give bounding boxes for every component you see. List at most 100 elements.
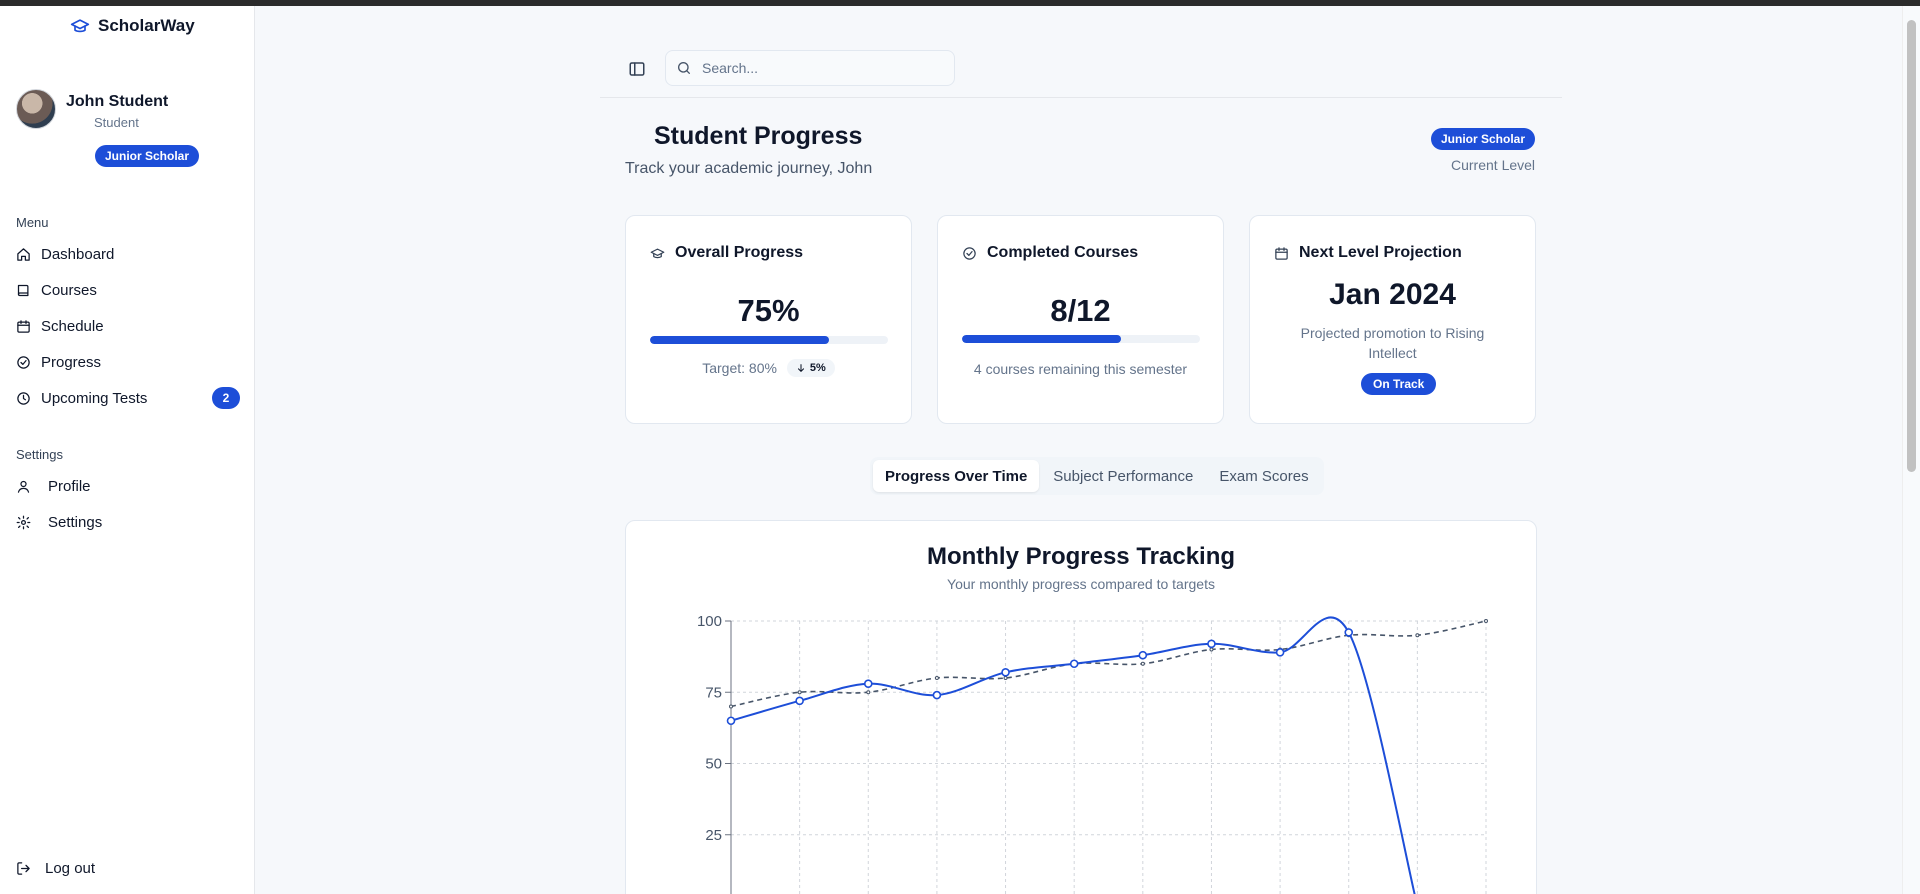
sidebar-item-profile[interactable]: Profile: [16, 468, 240, 504]
gear-icon: [16, 515, 31, 529]
trend-badge: 5%: [786, 359, 835, 377]
progress-point: [932, 690, 942, 700]
y-tick-label: 50: [705, 756, 722, 773]
sidebar-item-label: Settings: [48, 513, 103, 531]
home-icon: [17, 247, 30, 261]
scrollbar-thumb[interactable]: [1907, 20, 1916, 472]
target-point: [1209, 647, 1214, 652]
completed-courses-note: 4 courses remaining this semester: [973, 361, 1188, 377]
card-title: Overall Progress: [675, 244, 804, 261]
card-header: Next Level Projection: [1274, 244, 1462, 262]
target-point: [1140, 661, 1145, 666]
target-point: [1484, 619, 1488, 623]
completed-courses-value: 8/12: [1050, 293, 1111, 328]
sidebar-item-courses[interactable]: Courses: [16, 272, 240, 308]
card-title: Next Level Projection: [1299, 244, 1462, 261]
search-input[interactable]: [702, 60, 922, 76]
calendar-icon: [17, 319, 30, 333]
completed-courses-bar: [962, 335, 1200, 343]
progress-point: [726, 716, 736, 726]
overall-progress-bar: [650, 336, 888, 344]
sidebar-item-progress[interactable]: Progress: [16, 344, 240, 380]
check-circle-icon: [17, 355, 30, 369]
progress-point: [863, 679, 873, 688]
book-icon: [17, 284, 29, 296]
user-level-badge: Junior Scholar: [95, 145, 200, 167]
search-icon: [678, 61, 690, 74]
progress-point: [1344, 628, 1354, 637]
y-tick-label: 25: [705, 827, 722, 844]
sidebar-item-label: Progress: [41, 353, 102, 371]
status-badge: On Track: [1361, 373, 1437, 395]
top-bar: [600, 6, 1562, 98]
arrow-down-icon: [797, 364, 804, 372]
brand-name: ScholarWay: [98, 16, 195, 35]
projection-note: Projected promotion to Rising Intellect: [1300, 325, 1485, 361]
tab-progress-over-time[interactable]: Progress Over Time: [873, 460, 1040, 492]
page-scrollbar[interactable]: [1902, 6, 1920, 894]
sidebar-item-dashboard[interactable]: Dashboard: [16, 236, 240, 272]
sidebar: ScholarWay John Student Student Junior S…: [0, 6, 255, 894]
menu-section-label: Menu: [16, 215, 49, 230]
upcoming-tests-count-badge: 2: [212, 387, 240, 409]
target-series-line: [730, 620, 1487, 708]
user-role: Student: [94, 115, 139, 130]
settings-section-label: Settings: [16, 447, 63, 462]
overall-progress-bar-fill: [650, 336, 829, 344]
progress-point: [1069, 659, 1079, 669]
sidebar-item-schedule[interactable]: Schedule: [16, 308, 240, 344]
sidebar-item-label: Dashboard: [41, 245, 115, 263]
progress-point: [1275, 648, 1285, 657]
card-title: Completed Courses: [987, 244, 1139, 261]
chart-title: Monthly Progress Tracking: [926, 543, 1236, 570]
progress-point: [1001, 668, 1010, 677]
sidebar-item-label: Profile: [48, 477, 91, 495]
settings-nav: Profile Settings: [16, 468, 240, 540]
completed-courses-bar-fill: [962, 335, 1121, 343]
overall-progress-card: Overall Progress 75% Target: 80% 5%: [625, 215, 912, 424]
monthly-progress-chart-card: 25 50 75 100 Monthly Progress Tracking Your…: [625, 520, 1537, 894]
sidebar-item-settings[interactable]: Settings: [16, 504, 240, 540]
chart-tabs: Progress Over Time Subject Performance E…: [870, 457, 1324, 495]
sidebar-item-label: Courses: [41, 281, 97, 299]
brand[interactable]: ScholarWay: [70, 16, 195, 36]
chart-subtitle: Your monthly progress compared to target…: [947, 576, 1215, 592]
page-subtitle: Track your academic journey, John: [625, 160, 873, 177]
projection-date: Jan 2024: [1329, 278, 1456, 311]
progress-point: [1207, 639, 1216, 649]
overall-progress-target-row: Target: 80% 5%: [626, 359, 911, 377]
target-point: [729, 704, 733, 709]
y-tick-label: 75: [705, 684, 722, 701]
sidebar-item-label: Schedule: [41, 317, 104, 335]
sidebar-item-upcoming-tests[interactable]: Upcoming Tests 2: [16, 380, 240, 416]
search-box[interactable]: [665, 50, 955, 86]
current-level-label: Current Level: [1451, 157, 1536, 173]
check-circle-icon: [963, 246, 976, 260]
graduation-cap-icon: [650, 248, 665, 258]
logout-label: Log out: [45, 860, 96, 877]
card-header: Completed Courses: [962, 244, 1138, 262]
target-point: [934, 676, 939, 680]
sidebar-item-label: Upcoming Tests: [41, 389, 148, 407]
logout-button[interactable]: Log out: [16, 860, 95, 877]
trend-value: 5%: [809, 362, 826, 374]
page-title: Student Progress: [654, 122, 863, 150]
user-icon: [17, 480, 30, 493]
sidebar-toggle-icon[interactable]: [628, 60, 646, 78]
avatar[interactable]: [16, 89, 56, 129]
next-level-projection-card: Next Level Projection Jan 2024 Projected…: [1249, 215, 1536, 424]
tab-exam-scores[interactable]: Exam Scores: [1207, 460, 1320, 492]
user-profile: John Student Student: [16, 89, 168, 130]
card-header: Overall Progress: [650, 244, 803, 262]
overall-progress-value: 75%: [737, 293, 800, 328]
target-point: [1415, 633, 1420, 638]
y-tick-label: 100: [697, 613, 722, 630]
tab-subject-performance[interactable]: Subject Performance: [1041, 460, 1205, 492]
main-nav: Dashboard Courses Schedule Progress Upco…: [16, 236, 240, 416]
target-point: [797, 690, 802, 695]
user-name: John Student: [66, 93, 169, 110]
target-text: Target: 80%: [702, 360, 777, 376]
progress-point: [795, 696, 804, 706]
calendar-icon: [1275, 246, 1288, 260]
graduation-cap-icon: [70, 19, 90, 33]
